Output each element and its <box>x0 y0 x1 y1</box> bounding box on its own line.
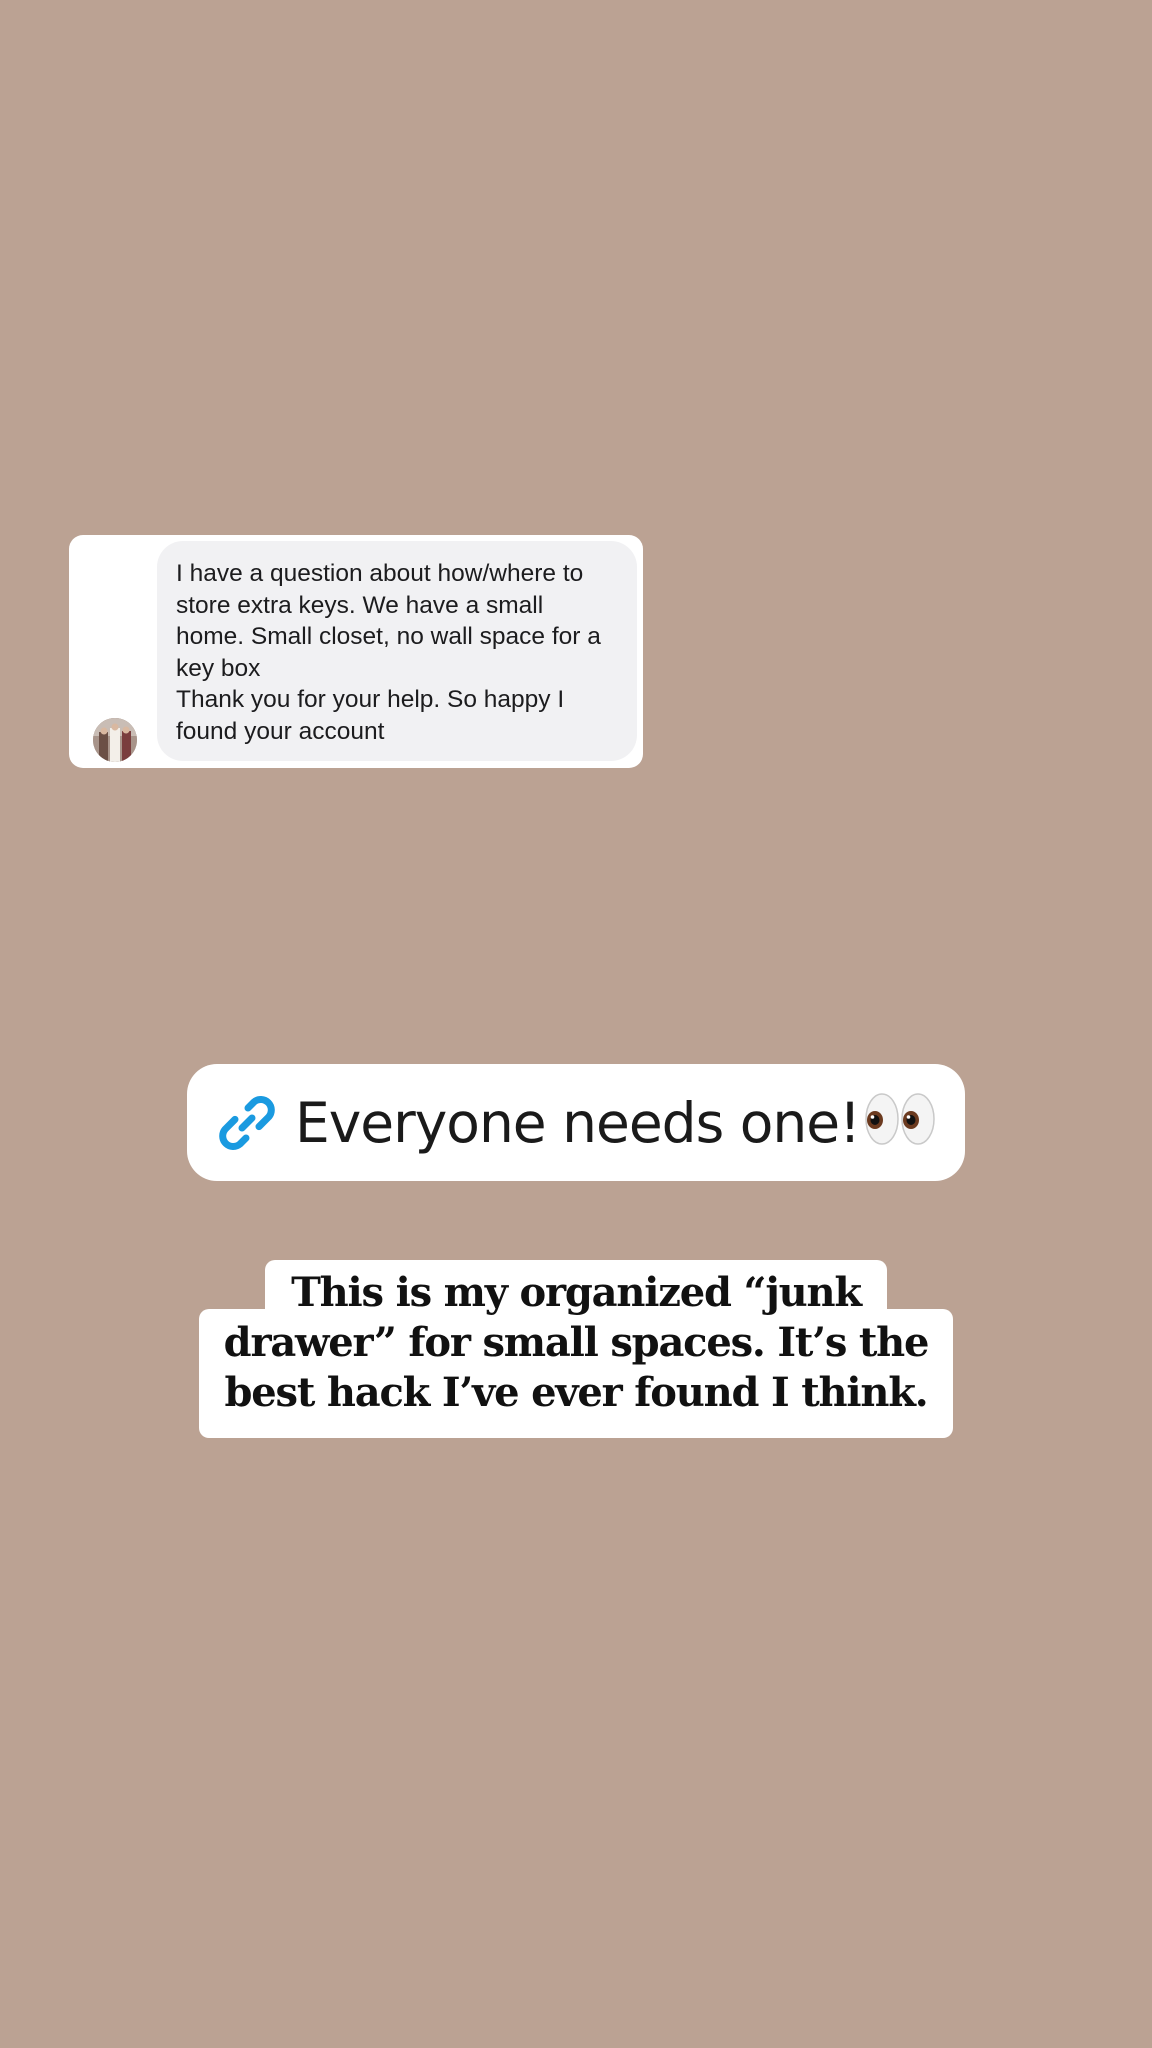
message-line: store extra keys. We have a small <box>176 591 544 619</box>
caption-text: This is my organized “junk drawer” for s… <box>199 1268 953 1418</box>
dm-screenshot-card: I have a question about how/where to sto… <box>69 535 643 768</box>
message-line: found your account <box>176 717 385 745</box>
caption-line: best hack I’ve ever found I think. <box>224 1369 929 1416</box>
caption-line: drawer” for small spaces. It’s the <box>223 1319 930 1366</box>
link-icon <box>219 1095 275 1150</box>
caption-text-block: This is my organized “junk drawer” for s… <box>199 1260 953 1438</box>
avatar <box>93 718 137 762</box>
link-sticker[interactable]: Everyone needs one! <box>187 1064 965 1181</box>
link-sticker-label: Everyone needs one! <box>295 1090 861 1155</box>
story-canvas: I have a question about how/where to sto… <box>0 0 1152 2048</box>
eyes-emoji <box>865 1092 935 1145</box>
message-line: key box <box>176 654 261 682</box>
message-line: home. Small closet, no wall space for a <box>176 623 601 650</box>
caption-line: This is my organized “junk <box>291 1269 862 1316</box>
message-line: Thank you for your help. So happy I <box>176 686 565 713</box>
message-bubble: I have a question about how/where to sto… <box>157 541 637 761</box>
message-line: I have a question about how/where to <box>176 560 584 587</box>
